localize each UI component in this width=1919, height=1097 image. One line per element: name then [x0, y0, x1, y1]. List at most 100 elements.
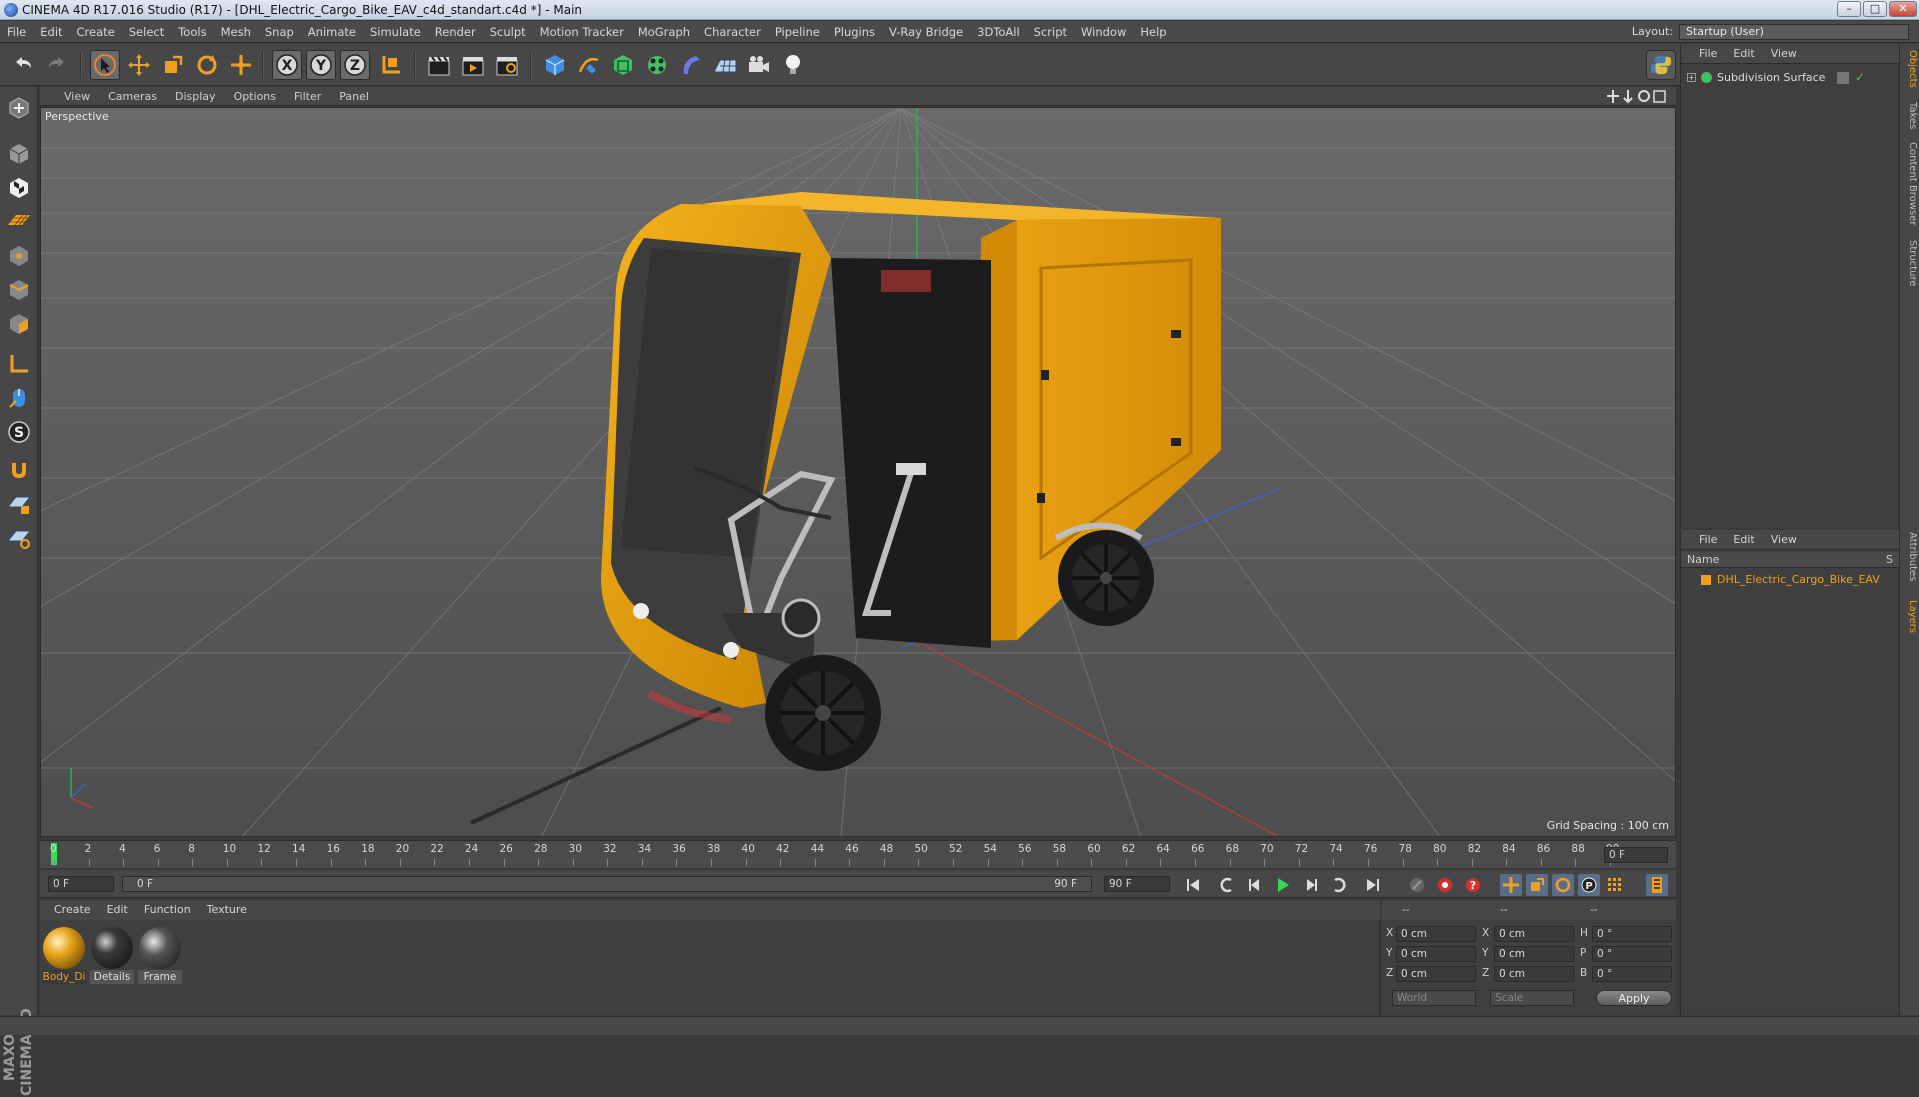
3d-viewport[interactable]: Perspective Grid Spacing : 100 cm: [40, 107, 1676, 837]
size-y-field[interactable]: 0 cm: [1494, 946, 1574, 962]
render-to-picture-viewer-button[interactable]: [458, 50, 488, 80]
position-y-field[interactable]: 0 cm: [1396, 946, 1476, 962]
floor-object-button[interactable]: [710, 50, 740, 80]
coordinate-system-button[interactable]: [376, 50, 406, 80]
enable-snap-button[interactable]: [4, 455, 34, 485]
model-mode-button[interactable]: [4, 139, 34, 169]
position-x-field[interactable]: 0 cm: [1396, 926, 1476, 942]
tab-takes[interactable]: Takes: [1902, 102, 1918, 129]
cloner-button[interactable]: [642, 50, 672, 80]
material-menu-texture[interactable]: Texture: [199, 900, 255, 920]
polygons-mode-button[interactable]: [4, 309, 34, 339]
menu-vray-bridge[interactable]: V-Ray Bridge: [882, 21, 970, 43]
deformer-button[interactable]: [676, 50, 706, 80]
menu-select[interactable]: Select: [122, 21, 171, 43]
z-axis-lock-button[interactable]: Z: [340, 50, 370, 80]
light-object-button[interactable]: [778, 50, 808, 80]
layer-row[interactable]: DHL_Electric_Cargo_Bike_EAV: [1685, 572, 1895, 588]
previous-keyframe-button[interactable]: [1216, 874, 1238, 896]
play-forward-button[interactable]: [1272, 874, 1294, 896]
end-frame-field[interactable]: 90 F: [1104, 876, 1170, 892]
record-motion-button[interactable]: [1406, 874, 1428, 896]
rotation-b-field[interactable]: 0 °: [1592, 966, 1672, 982]
maximize-button[interactable]: □: [1863, 1, 1887, 17]
menu-render[interactable]: Render: [428, 21, 483, 43]
apply-button[interactable]: Apply: [1596, 990, 1672, 1006]
planar-workplane-button[interactable]: [4, 523, 34, 553]
menu-animate[interactable]: Animate: [301, 21, 363, 43]
tab-objects[interactable]: Objects: [1902, 50, 1918, 88]
object-menu-view[interactable]: View: [1763, 44, 1805, 64]
tweak-mode-button[interactable]: [4, 383, 34, 413]
menu-sculpt[interactable]: Sculpt: [483, 21, 533, 43]
current-frame-field[interactable]: 0 F: [1604, 847, 1668, 863]
material-swatch-details[interactable]: Details: [90, 926, 134, 986]
size-z-field[interactable]: 0 cm: [1494, 966, 1574, 982]
cube-object-button[interactable]: [540, 50, 570, 80]
y-axis-lock-button[interactable]: Y: [306, 50, 336, 80]
workplane-mode-button[interactable]: [4, 205, 34, 235]
go-to-start-button[interactable]: [1182, 874, 1204, 896]
key-position-button[interactable]: [1500, 874, 1522, 896]
snapping-button[interactable]: S: [4, 417, 34, 447]
material-swatch-body[interactable]: Body_Di: [42, 926, 86, 986]
timeline-ruler[interactable]: 0 2 4 6 8 10 12 14 16 18 20 22 24 26 28 30 32 34 36 38 40 42 4…: [40, 840, 1676, 868]
locked-workplane-button[interactable]: [4, 489, 34, 519]
menu-3dtoall[interactable]: 3DToAll: [970, 21, 1027, 43]
next-keyframe-button[interactable]: [1328, 874, 1350, 896]
start-frame-field[interactable]: 0 F: [48, 876, 114, 892]
tab-structure[interactable]: Structure: [1902, 240, 1918, 287]
make-editable-button[interactable]: [4, 93, 34, 123]
move-tool-button[interactable]: [124, 50, 154, 80]
viewport-menu-options[interactable]: Options: [225, 87, 285, 106]
menu-pipeline[interactable]: Pipeline: [768, 21, 827, 43]
menu-help[interactable]: Help: [1133, 21, 1173, 43]
tab-layers[interactable]: Layers: [1902, 600, 1918, 633]
viewport-menu-cameras[interactable]: Cameras: [99, 87, 166, 106]
layer-menu-view[interactable]: View: [1763, 530, 1805, 550]
x-axis-lock-button[interactable]: X: [272, 50, 302, 80]
close-window-button[interactable]: ✕: [1889, 1, 1917, 17]
go-to-end-button[interactable]: [1362, 874, 1384, 896]
live-selection-button[interactable]: [90, 50, 120, 80]
menu-motion-tracker[interactable]: Motion Tracker: [533, 21, 631, 43]
object-menu-file[interactable]: File: [1681, 44, 1725, 64]
coordinate-space-dropdown[interactable]: World: [1392, 990, 1476, 1006]
material-swatch-frame[interactable]: Frame: [138, 926, 182, 986]
object-menu-edit[interactable]: Edit: [1725, 44, 1762, 64]
next-frame-button[interactable]: [1300, 874, 1322, 896]
transform-tool-button[interactable]: [226, 50, 256, 80]
timeline-window-button[interactable]: [1646, 874, 1668, 896]
frame-range-slider[interactable]: 0 F 90 F: [122, 876, 1092, 892]
viewport-menu-display[interactable]: Display: [166, 87, 225, 106]
camera-object-button[interactable]: [744, 50, 774, 80]
menu-edit[interactable]: Edit: [33, 21, 69, 43]
viewport-navigation-icons[interactable]: [1606, 89, 1670, 104]
menu-character[interactable]: Character: [697, 21, 768, 43]
undo-button[interactable]: [8, 50, 38, 80]
axis-mode-button[interactable]: [4, 349, 34, 379]
scale-tool-button[interactable]: [158, 50, 188, 80]
viewport-menu-panel[interactable]: Panel: [330, 87, 378, 106]
spline-pen-button[interactable]: [574, 50, 604, 80]
menu-tools[interactable]: Tools: [171, 21, 213, 43]
menu-file[interactable]: File: [0, 21, 33, 43]
menu-script[interactable]: Script: [1027, 21, 1074, 43]
texture-mode-button[interactable]: [4, 173, 34, 203]
size-x-field[interactable]: 0 cm: [1494, 926, 1574, 942]
viewport-menu-filter[interactable]: Filter: [285, 87, 330, 106]
edit-render-settings-button[interactable]: [492, 50, 522, 80]
tab-attributes[interactable]: Attributes: [1902, 532, 1918, 581]
menu-snap[interactable]: Snap: [258, 21, 301, 43]
menu-mograph[interactable]: MoGraph: [631, 21, 697, 43]
layer-menu-file[interactable]: File: [1681, 530, 1725, 550]
menu-plugins[interactable]: Plugins: [827, 21, 882, 43]
rotate-tool-button[interactable]: [192, 50, 222, 80]
expand-toggle-icon[interactable]: +: [1687, 73, 1696, 82]
key-parameter-button[interactable]: P: [1578, 874, 1600, 896]
redo-button[interactable]: [42, 50, 72, 80]
key-rotation-button[interactable]: [1552, 874, 1574, 896]
key-pla-button[interactable]: [1604, 874, 1626, 896]
layout-dropdown[interactable]: Startup (User): [1679, 24, 1909, 40]
record-active-objects-button[interactable]: [1434, 874, 1456, 896]
